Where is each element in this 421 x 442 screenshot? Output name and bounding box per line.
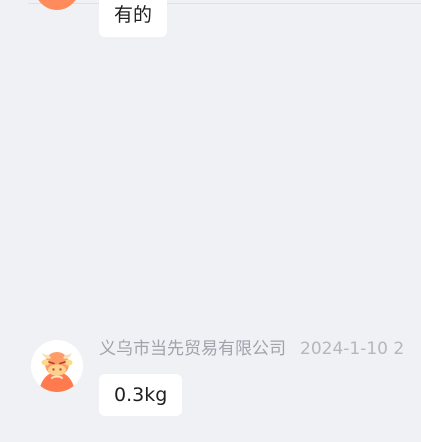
chat-message-area: 有的 义乌市当先贸易有限公司 2024-1-10 2 0.3kg [0, 0, 421, 442]
avatar[interactable] [31, 340, 83, 392]
divider [28, 3, 421, 4]
message-bubble: 0.3kg [99, 374, 183, 416]
sender-name: 义乌市当先贸易有限公司 [99, 339, 286, 359]
message-header: 义乌市当先贸易有限公司 2024-1-10 2 [99, 337, 421, 361]
message-timestamp: 2024-1-10 2 [300, 339, 405, 359]
avatar[interactable] [33, 0, 81, 10]
bull-mascot-avatar-icon [31, 340, 83, 392]
message-bubble: 有的 [99, 0, 168, 37]
